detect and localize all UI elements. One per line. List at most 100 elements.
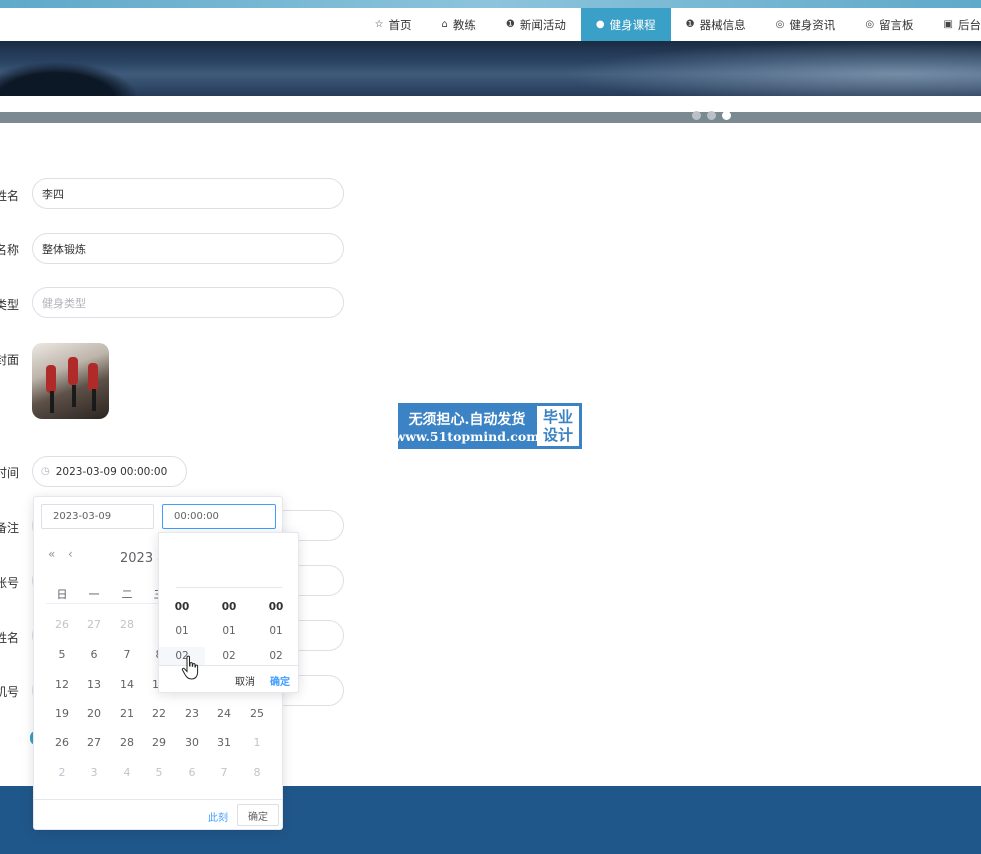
- minute-option[interactable]: 02: [206, 650, 252, 662]
- picker-time-input[interactable]: 00:00:00: [162, 504, 276, 529]
- watermark: 无须担心.自动发货 www.51topmind.com 毕业 设计: [394, 403, 582, 449]
- clock-icon: ◷: [41, 466, 50, 477]
- time-confirm-button[interactable]: 确定: [270, 673, 290, 688]
- calendar-day[interactable]: 6: [176, 766, 208, 779]
- weekday-label: 日: [56, 588, 68, 601]
- time-spinner-divider: [176, 587, 282, 588]
- nav-label: 器械信息: [699, 17, 746, 32]
- calendar-day[interactable]: 7: [208, 766, 240, 779]
- nav-item-courses[interactable]: ● 健身课程: [580, 8, 671, 41]
- course-name-field[interactable]: 整体锻炼: [32, 233, 344, 264]
- prev-year-icon[interactable]: «: [48, 547, 55, 561]
- course-type-field[interactable]: 健身类型: [32, 287, 344, 318]
- calendar-day[interactable]: 27: [78, 736, 110, 749]
- lock-icon: ⌂: [441, 19, 448, 30]
- cover-image[interactable]: [32, 343, 109, 419]
- form-label-title: 名称: [0, 243, 20, 257]
- nav-label: 留言板: [879, 17, 914, 32]
- calendar-day[interactable]: 26: [46, 736, 78, 749]
- message-icon: ◎: [865, 19, 875, 30]
- calendar-day[interactable]: 30: [176, 736, 208, 749]
- calendar-day[interactable]: 27: [78, 618, 110, 631]
- calendar-day[interactable]: 31: [208, 736, 240, 749]
- cover-figure: [88, 363, 98, 391]
- datetime-field[interactable]: ◷ 2023-03-09 00:00:00: [32, 456, 187, 487]
- calendar-day[interactable]: 19: [46, 707, 78, 720]
- info-icon: ❶: [685, 19, 695, 30]
- top-accent-bar: [0, 0, 981, 8]
- minute-option[interactable]: 00: [206, 601, 252, 613]
- calendar-day[interactable]: 21: [111, 707, 143, 720]
- hour-option[interactable]: 01: [159, 625, 205, 637]
- nav-label: 后台: [958, 17, 981, 32]
- hour-option[interactable]: 00: [159, 601, 205, 613]
- carousel-dot[interactable]: [707, 111, 716, 120]
- calendar-day[interactable]: 25: [241, 707, 273, 720]
- cover-figure: [46, 365, 56, 393]
- form-label-name: 姓名: [0, 189, 20, 203]
- calendar-day[interactable]: 28: [111, 618, 143, 631]
- datetime-value: 2023-03-09 00:00:00: [55, 465, 168, 478]
- watermark-badge: 毕业 设计: [537, 406, 579, 446]
- watermark-badge-line1: 毕业: [542, 408, 573, 426]
- calendar-day[interactable]: 6: [78, 648, 110, 661]
- second-option[interactable]: 02: [253, 650, 299, 662]
- picker-confirm-button[interactable]: 确定: [237, 804, 279, 826]
- calendar-day[interactable]: 29: [143, 736, 175, 749]
- now-button[interactable]: 此刻: [208, 809, 228, 824]
- watermark-line1: 无须担心.自动发货: [408, 411, 526, 428]
- picker-footer-divider: [34, 799, 282, 800]
- weekday-label: 二: [121, 588, 133, 601]
- time-spinner-panel: 00 01 02 00 01 02 00 01 02 取消 确定: [158, 532, 299, 693]
- picker-date-input[interactable]: 2023-03-09: [41, 504, 154, 529]
- form-label-time: 时间: [0, 466, 20, 480]
- nav-label: 新闻活动: [519, 17, 566, 32]
- cover-figure: [72, 385, 76, 407]
- form-label-phone: 机号: [0, 685, 20, 699]
- carousel-dot[interactable]: [692, 111, 701, 120]
- globe-icon: ◎: [775, 19, 785, 30]
- prev-month-icon[interactable]: ‹: [68, 547, 73, 561]
- time-panel-footer-divider: [159, 665, 298, 666]
- weekday-label: 一: [88, 588, 100, 601]
- calendar-day[interactable]: 20: [78, 707, 110, 720]
- question-icon: ●: [595, 19, 605, 30]
- calendar-day[interactable]: 3: [78, 766, 110, 779]
- nav-item-fitness-news[interactable]: ◎ 健身资讯: [761, 8, 851, 41]
- calendar-day[interactable]: 23: [176, 707, 208, 720]
- calendar-day[interactable]: 13: [78, 678, 110, 691]
- calendar-day[interactable]: 14: [111, 678, 143, 691]
- minute-option[interactable]: 01: [206, 625, 252, 637]
- nav-item-news[interactable]: ❶ 新闻活动: [491, 8, 581, 41]
- calendar-day[interactable]: 5: [46, 648, 78, 661]
- nav-label: 健身资讯: [789, 17, 836, 32]
- calendar-day[interactable]: 26: [46, 618, 78, 631]
- second-option[interactable]: 00: [253, 601, 299, 613]
- calendar-day[interactable]: 22: [143, 707, 175, 720]
- calendar-day[interactable]: 24: [208, 707, 240, 720]
- form-label-account: 账号: [0, 576, 20, 590]
- time-cancel-button[interactable]: 取消: [235, 673, 255, 688]
- carousel-dot-active[interactable]: [722, 111, 731, 120]
- calendar-day[interactable]: 7: [111, 648, 143, 661]
- form-label-type: 类型: [0, 298, 20, 312]
- nav-item-coach[interactable]: ⌂ 教练: [427, 8, 491, 41]
- watermark-line2: www.51topmind.com: [394, 428, 540, 444]
- nav-label: 教练: [452, 17, 476, 32]
- calendar-day[interactable]: 8: [241, 766, 273, 779]
- calendar-day[interactable]: 28: [111, 736, 143, 749]
- second-option[interactable]: 01: [253, 625, 299, 637]
- banner-image: [0, 41, 981, 96]
- calendar-day[interactable]: 4: [111, 766, 143, 779]
- calendar-day[interactable]: 12: [46, 678, 78, 691]
- calendar-day[interactable]: 5: [143, 766, 175, 779]
- hand-cursor-icon: [181, 655, 199, 680]
- calendar-day[interactable]: 1: [241, 736, 273, 749]
- nav-item-message-board[interactable]: ◎ 留言板: [850, 8, 928, 41]
- form-label-cover: 封面: [0, 353, 20, 367]
- nav-item-admin[interactable]: ▣ 后台: [929, 8, 981, 41]
- calendar-day[interactable]: 2: [46, 766, 78, 779]
- name-field[interactable]: 李四: [32, 178, 344, 209]
- nav-item-home[interactable]: ☆ 首页: [360, 8, 427, 41]
- nav-item-equipment[interactable]: ❶ 器械信息: [671, 8, 761, 41]
